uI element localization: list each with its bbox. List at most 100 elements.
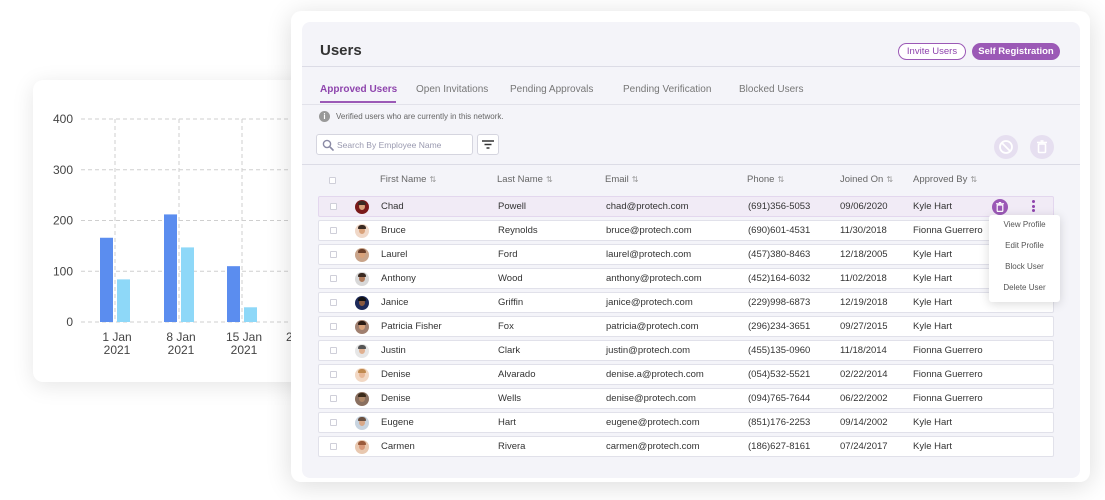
table-row[interactable]: Laurel Ford laurel@protech.com (457)380-… [318,244,1054,265]
avatar [355,320,369,334]
first-name: Chad [381,201,404,212]
block-selected-button[interactable] [994,135,1018,159]
approved-by: Kyle Hart [913,201,953,212]
filter-button[interactable] [477,134,499,155]
phone: (690)601-4531 [748,225,811,236]
column-last-name[interactable]: Last Name ⇅ [497,174,553,185]
tabs: Approved Users Open Invitations Pending … [320,84,1080,104]
approved-by: Kyle Hart [913,249,953,260]
sort-icon: ⇅ [886,175,894,184]
first-name: Janice [381,297,409,308]
last-name: Ford [498,249,518,260]
table-row[interactable]: Anthony Wood anthony@protech.com (452)16… [318,268,1054,289]
trash-icon [996,201,1004,213]
self-registration-button[interactable]: Self Registration [972,43,1060,60]
delete-selected-button[interactable] [1030,135,1054,159]
page-title: Users [320,42,362,59]
row-checkbox[interactable] [330,419,337,426]
first-name: Eugene [381,417,414,428]
table-row[interactable]: Patricia Fisher Fox patricia@protech.com… [318,316,1054,337]
y-tick-label: 100 [53,264,73,278]
approved-by: Kyle Hart [913,417,953,428]
avatar [355,344,369,358]
column-first-name[interactable]: First Name ⇅ [380,174,436,185]
first-name: Denise [381,393,411,404]
row-delete-button[interactable] [992,199,1008,215]
column-phone[interactable]: Phone ⇅ [747,174,784,185]
tab-pending-verification[interactable]: Pending Verification [623,84,711,95]
approved-by: Fionna Guerrero [913,345,983,356]
table-row[interactable]: Denise Wells denise@protech.com (094)765… [318,388,1054,409]
row-checkbox[interactable] [330,395,337,402]
column-label: Approved By [913,174,968,185]
joined-on: 06/22/2002 [840,393,888,404]
tab-open-invitations[interactable]: Open Invitations [416,84,488,95]
row-checkbox[interactable] [330,203,337,210]
row-checkbox[interactable] [330,251,337,258]
tab-pending-approvals[interactable]: Pending Approvals [510,84,593,95]
block-icon [999,140,1013,154]
tab-blocked-users[interactable]: Blocked Users [739,84,803,95]
joined-on: 11/30/2018 [840,225,887,236]
approved-by: Fionna Guerrero [913,393,983,404]
row-checkbox[interactable] [330,347,337,354]
sort-icon: ⇅ [429,175,437,184]
joined-on: 09/06/2020 [840,201,888,212]
row-checkbox[interactable] [330,443,337,450]
search-icon [322,139,334,151]
row-checkbox[interactable] [330,299,337,306]
menu-block-user[interactable]: Block User [989,257,1060,277]
email: patricia@protech.com [606,321,699,332]
bar [117,279,130,322]
column-label: Last Name [497,174,543,185]
invite-users-button[interactable]: Invite Users [898,43,966,60]
column-email[interactable]: Email ⇅ [605,174,638,185]
select-all-checkbox[interactable] [329,177,336,184]
info-icon: i [319,111,330,122]
last-name: Hart [498,417,516,428]
table-row[interactable]: Bruce Reynolds bruce@protech.com (690)60… [318,220,1054,241]
column-approved-by[interactable]: Approved By ⇅ [913,174,977,185]
row-checkbox[interactable] [330,323,337,330]
avatar [355,368,369,382]
info-text: Verified users who are currently in this… [336,112,504,121]
table-row[interactable]: Eugene Hart eugene@protech.com (851)176-… [318,412,1054,433]
phone: (229)998-6873 [748,297,811,308]
table-row[interactable]: Justin Clark justin@protech.com (455)135… [318,340,1054,361]
row-checkbox[interactable] [330,371,337,378]
approved-by: Kyle Hart [913,441,953,452]
column-label: First Name [380,174,427,185]
row-more-icon[interactable] [1029,199,1037,215]
search-input[interactable] [337,137,467,152]
x-tick-label: 2021 [104,343,131,357]
email: laurel@protech.com [606,249,692,260]
column-joined-on[interactable]: Joined On ⇅ [840,174,893,185]
email: carmen@protech.com [606,441,700,452]
row-actions-menu: View Profile Edit Profile Block User Del… [989,215,1060,302]
users-window: Users Invite Users Self Registration App… [291,11,1090,482]
first-name: Bruce [381,225,406,236]
menu-delete-user[interactable]: Delete User [989,278,1060,298]
column-label: Email [605,174,629,185]
tab-approved-users[interactable]: Approved Users [320,84,397,95]
approved-by: Kyle Hart [913,273,953,284]
last-name: Alvarado [498,369,536,380]
x-tick-label: 2021 [168,343,195,357]
filter-icon [482,140,494,149]
x-tick-label: 15 Jan [226,330,262,344]
menu-view-profile[interactable]: View Profile [989,215,1060,235]
joined-on: 12/18/2005 [840,249,888,260]
joined-on: 02/22/2014 [840,369,888,380]
row-checkbox[interactable] [330,275,337,282]
table-row[interactable]: Carmen Rivera carmen@protech.com (186)62… [318,436,1054,457]
menu-edit-profile[interactable]: Edit Profile [989,236,1060,256]
first-name: Patricia Fisher [381,321,442,332]
table-row[interactable]: Chad Powell chad@protech.com (691)356-50… [318,196,1054,217]
bar [164,214,177,322]
last-name: Rivera [498,441,526,452]
table-row[interactable]: Denise Alvarado denise.a@protech.com (05… [318,364,1054,385]
first-name: Denise [381,369,411,380]
approved-by: Fionna Guerrero [913,369,983,380]
row-checkbox[interactable] [330,227,337,234]
table-row[interactable]: Janice Griffin janice@protech.com (229)9… [318,292,1054,313]
